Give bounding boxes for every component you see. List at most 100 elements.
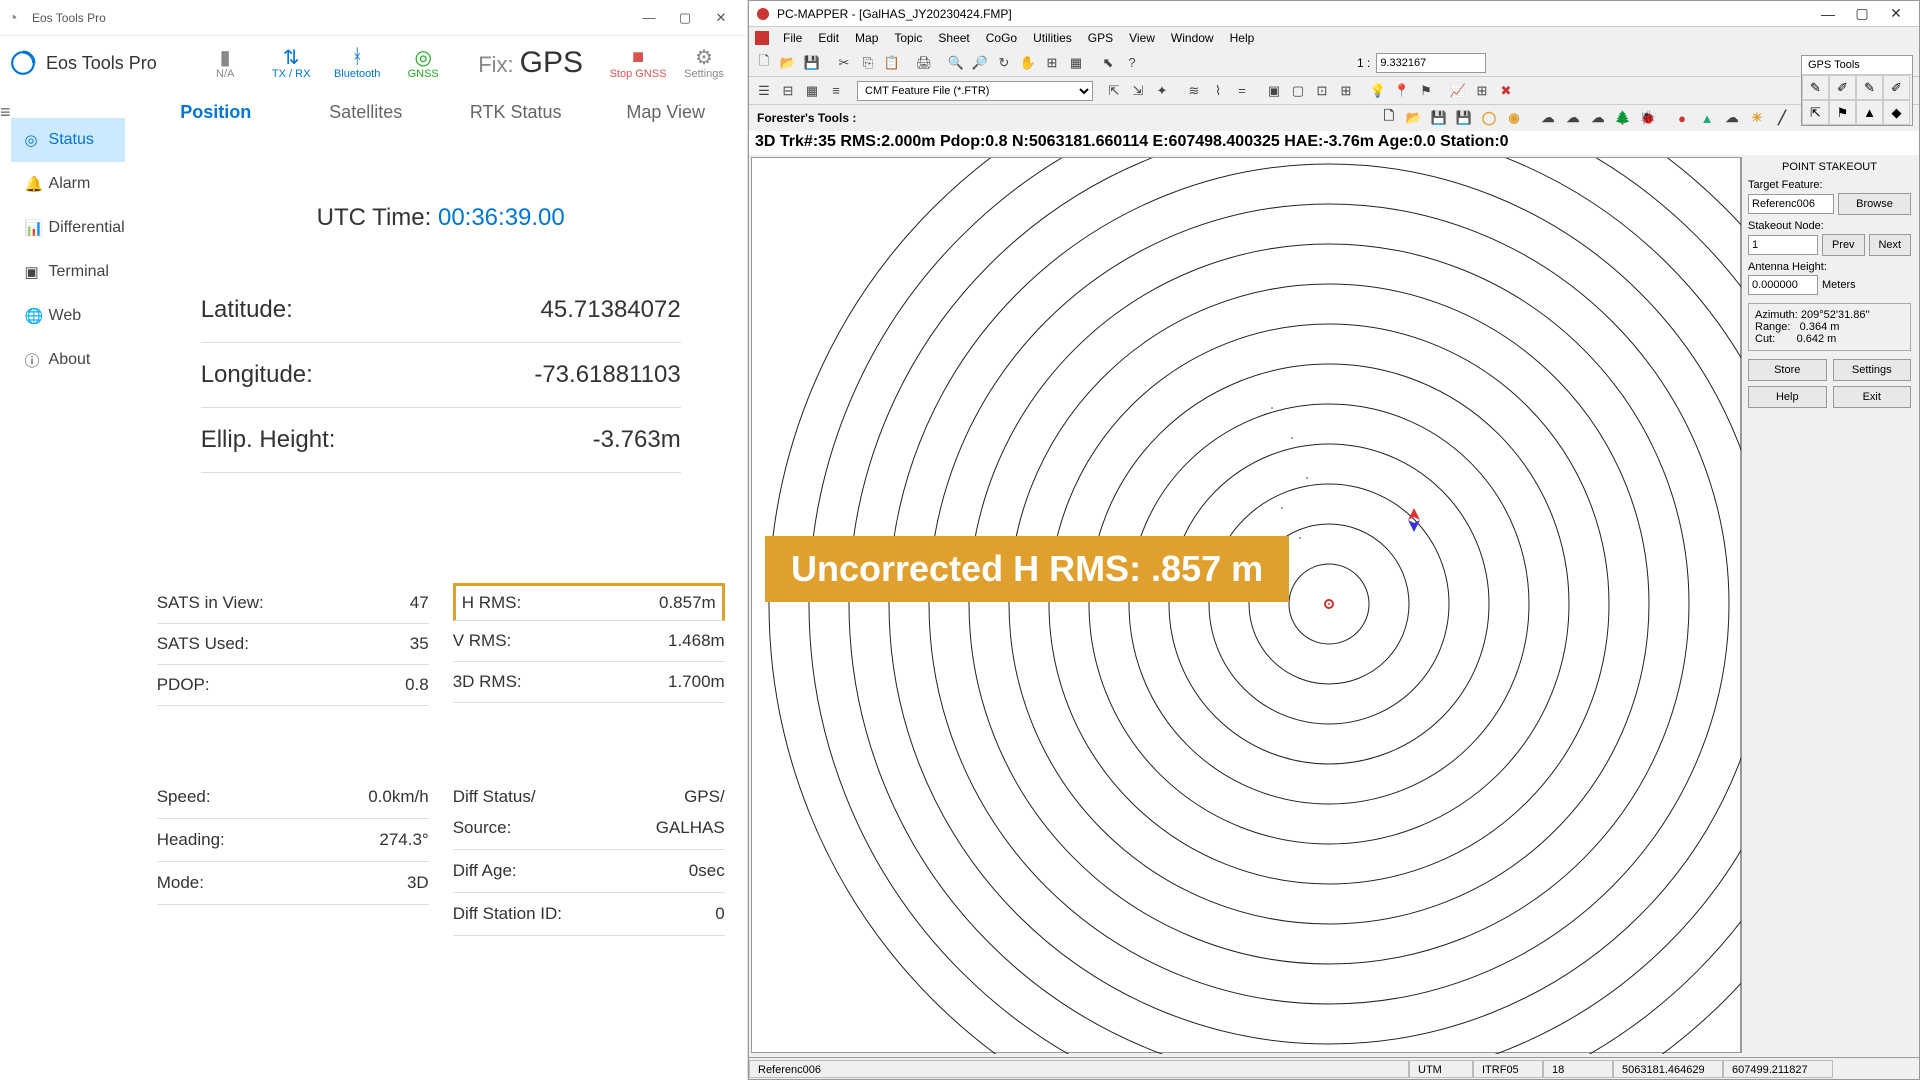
maximize-button[interactable]: ▢ bbox=[667, 4, 703, 32]
gt-1-icon[interactable]: ✎ bbox=[1802, 75, 1829, 100]
txrx-button[interactable]: ⇅TX / RX bbox=[258, 46, 324, 80]
tab-map-view[interactable]: Map View bbox=[591, 102, 741, 123]
ft-cloud4-icon[interactable]: ☁ bbox=[1721, 107, 1743, 129]
bulb-icon[interactable]: 💡 bbox=[1367, 80, 1389, 102]
ft-open-icon[interactable]: 📂 bbox=[1403, 107, 1425, 129]
menu-utilities[interactable]: Utilities bbox=[1025, 31, 1080, 45]
print-icon[interactable]: 🖨 bbox=[913, 52, 935, 74]
equal-icon[interactable]: = bbox=[1231, 80, 1253, 102]
stakeout-help-button[interactable]: Help bbox=[1748, 386, 1827, 408]
ft-sun-icon[interactable]: ☀ bbox=[1746, 107, 1768, 129]
road-icon[interactable]: ⌇ bbox=[1207, 80, 1229, 102]
sidebar-item-terminal[interactable]: ▣Terminal bbox=[11, 250, 125, 294]
ft-green-icon[interactable]: ▲ bbox=[1696, 107, 1718, 129]
sidebar-item-about[interactable]: ⓘAbout bbox=[11, 338, 125, 382]
box3-icon[interactable]: ⊡ bbox=[1311, 80, 1333, 102]
pcm-close[interactable]: ✕ bbox=[1879, 5, 1913, 22]
ft-new-icon[interactable]: 🗋 bbox=[1378, 107, 1400, 129]
menu-window[interactable]: Window bbox=[1163, 31, 1222, 45]
close-button[interactable]: ✕ bbox=[703, 4, 739, 32]
feature-file-select[interactable]: CMT Feature File (*.FTR) bbox=[857, 81, 1093, 101]
flag-icon[interactable]: ⚑ bbox=[1415, 80, 1437, 102]
gnss-button[interactable]: ◎GNSS bbox=[390, 46, 456, 80]
menu-sheet[interactable]: Sheet bbox=[930, 31, 977, 45]
refresh-icon[interactable]: ↻ bbox=[993, 52, 1015, 74]
menu-topic[interactable]: Topic bbox=[886, 31, 930, 45]
red-icon[interactable]: ✖ bbox=[1495, 80, 1517, 102]
hamburger-button[interactable]: ≡ bbox=[0, 90, 11, 1080]
sheet-icon[interactable]: ⊞ bbox=[1471, 80, 1493, 102]
menu-gps[interactable]: GPS bbox=[1080, 31, 1121, 45]
minimize-button[interactable]: — bbox=[631, 4, 667, 32]
stakeout-settings-button[interactable]: Settings bbox=[1833, 359, 1912, 381]
help-icon[interactable]: ? bbox=[1121, 52, 1143, 74]
ft-save-icon[interactable]: 💾 bbox=[1428, 107, 1450, 129]
map-canvas[interactable]: Uncorrected H RMS: .857 m bbox=[751, 157, 1741, 1053]
open-icon[interactable]: 📂 bbox=[777, 52, 799, 74]
exit-button[interactable]: Exit bbox=[1833, 386, 1912, 408]
gt-7-icon[interactable]: ▲ bbox=[1856, 100, 1883, 125]
import-icon[interactable]: ⇲ bbox=[1127, 80, 1149, 102]
snap-icon[interactable]: ✦ bbox=[1151, 80, 1173, 102]
ft-cloud2-icon[interactable]: ☁ bbox=[1562, 107, 1584, 129]
sidebar-item-differential[interactable]: 📊Differential bbox=[11, 206, 125, 250]
chart2-icon[interactable]: 📈 bbox=[1447, 80, 1469, 102]
menu-help[interactable]: Help bbox=[1222, 31, 1263, 45]
pcm-minimize[interactable]: — bbox=[1811, 6, 1845, 22]
water-icon[interactable]: ≋ bbox=[1183, 80, 1205, 102]
store-button[interactable]: Store bbox=[1748, 359, 1827, 381]
gt-4-icon[interactable]: ✐ bbox=[1883, 75, 1910, 100]
menu-edit[interactable]: Edit bbox=[810, 31, 847, 45]
save-icon[interactable]: 💾 bbox=[801, 52, 823, 74]
export-icon[interactable]: ⇱ bbox=[1103, 80, 1125, 102]
next-button[interactable]: Next bbox=[1869, 234, 1912, 256]
new-icon[interactable]: 🗋 bbox=[753, 52, 775, 74]
ft-bug-icon[interactable]: 🐞 bbox=[1637, 107, 1659, 129]
ft-line-icon[interactable]: ╱ bbox=[1771, 107, 1793, 129]
paste-icon[interactable]: 📋 bbox=[881, 52, 903, 74]
bluetooth-button[interactable]: ᚼBluetooth bbox=[324, 46, 390, 80]
zoomout-icon[interactable]: 🔎 bbox=[969, 52, 991, 74]
sidebar-item-status[interactable]: ◎Status bbox=[11, 118, 125, 162]
sidebar-item-alarm[interactable]: 🔔Alarm bbox=[11, 162, 125, 206]
list-icon[interactable]: ☰ bbox=[753, 80, 775, 102]
box4-icon[interactable]: ⊞ bbox=[1335, 80, 1357, 102]
gt-3-icon[interactable]: ✎ bbox=[1856, 75, 1883, 100]
scale-input[interactable] bbox=[1376, 53, 1486, 73]
ft-red-icon[interactable]: ● bbox=[1671, 107, 1693, 129]
grid-icon[interactable]: ▦ bbox=[1065, 52, 1087, 74]
prev-button[interactable]: Prev bbox=[1822, 234, 1865, 256]
ft-cloud3-icon[interactable]: ☁ bbox=[1587, 107, 1609, 129]
pcm-maximize[interactable]: ▢ bbox=[1845, 5, 1879, 22]
stop-gnss-button[interactable]: ■Stop GNSS bbox=[605, 46, 671, 80]
tree-icon[interactable]: ⊟ bbox=[777, 80, 799, 102]
sidebar-item-web[interactable]: 🌐Web bbox=[11, 294, 125, 338]
node-input[interactable] bbox=[1748, 235, 1818, 255]
cut-icon[interactable]: ✂ bbox=[833, 52, 855, 74]
antenna-input[interactable] bbox=[1748, 275, 1818, 295]
extent-icon[interactable]: ⊞ bbox=[1041, 52, 1063, 74]
box1-icon[interactable]: ▣ bbox=[1263, 80, 1285, 102]
menu-map[interactable]: Map bbox=[847, 31, 886, 45]
gt-8-icon[interactable]: ◆ bbox=[1883, 100, 1910, 125]
menu-view[interactable]: View bbox=[1121, 31, 1163, 45]
copy-icon[interactable]: ⎘ bbox=[857, 52, 879, 74]
target-input[interactable] bbox=[1748, 194, 1834, 214]
tab-position[interactable]: Position bbox=[141, 102, 291, 123]
ft-tree-icon[interactable]: 🌲 bbox=[1612, 107, 1634, 129]
ft-save2-icon[interactable]: 💾 bbox=[1453, 107, 1475, 129]
gt-5-icon[interactable]: ⇱ bbox=[1802, 100, 1829, 125]
box2-icon[interactable]: ▢ bbox=[1287, 80, 1309, 102]
settings-button[interactable]: ⚙Settings bbox=[671, 46, 737, 80]
tab-satellites[interactable]: Satellites bbox=[291, 102, 441, 123]
pan-icon[interactable]: ✋ bbox=[1017, 52, 1039, 74]
ft-circle2-icon[interactable]: ◉ bbox=[1503, 107, 1525, 129]
na-button[interactable]: ▮N/A bbox=[192, 46, 258, 80]
lines-icon[interactable]: ≡ bbox=[825, 80, 847, 102]
tab-rtk-status[interactable]: RTK Status bbox=[441, 102, 591, 123]
menu-cogo[interactable]: CoGo bbox=[978, 31, 1025, 45]
pointer-icon[interactable]: ⬉ bbox=[1097, 52, 1119, 74]
gt-6-icon[interactable]: ⚑ bbox=[1829, 100, 1856, 125]
browse-button[interactable]: Browse bbox=[1838, 193, 1911, 215]
zoomin-icon[interactable]: 🔍 bbox=[945, 52, 967, 74]
